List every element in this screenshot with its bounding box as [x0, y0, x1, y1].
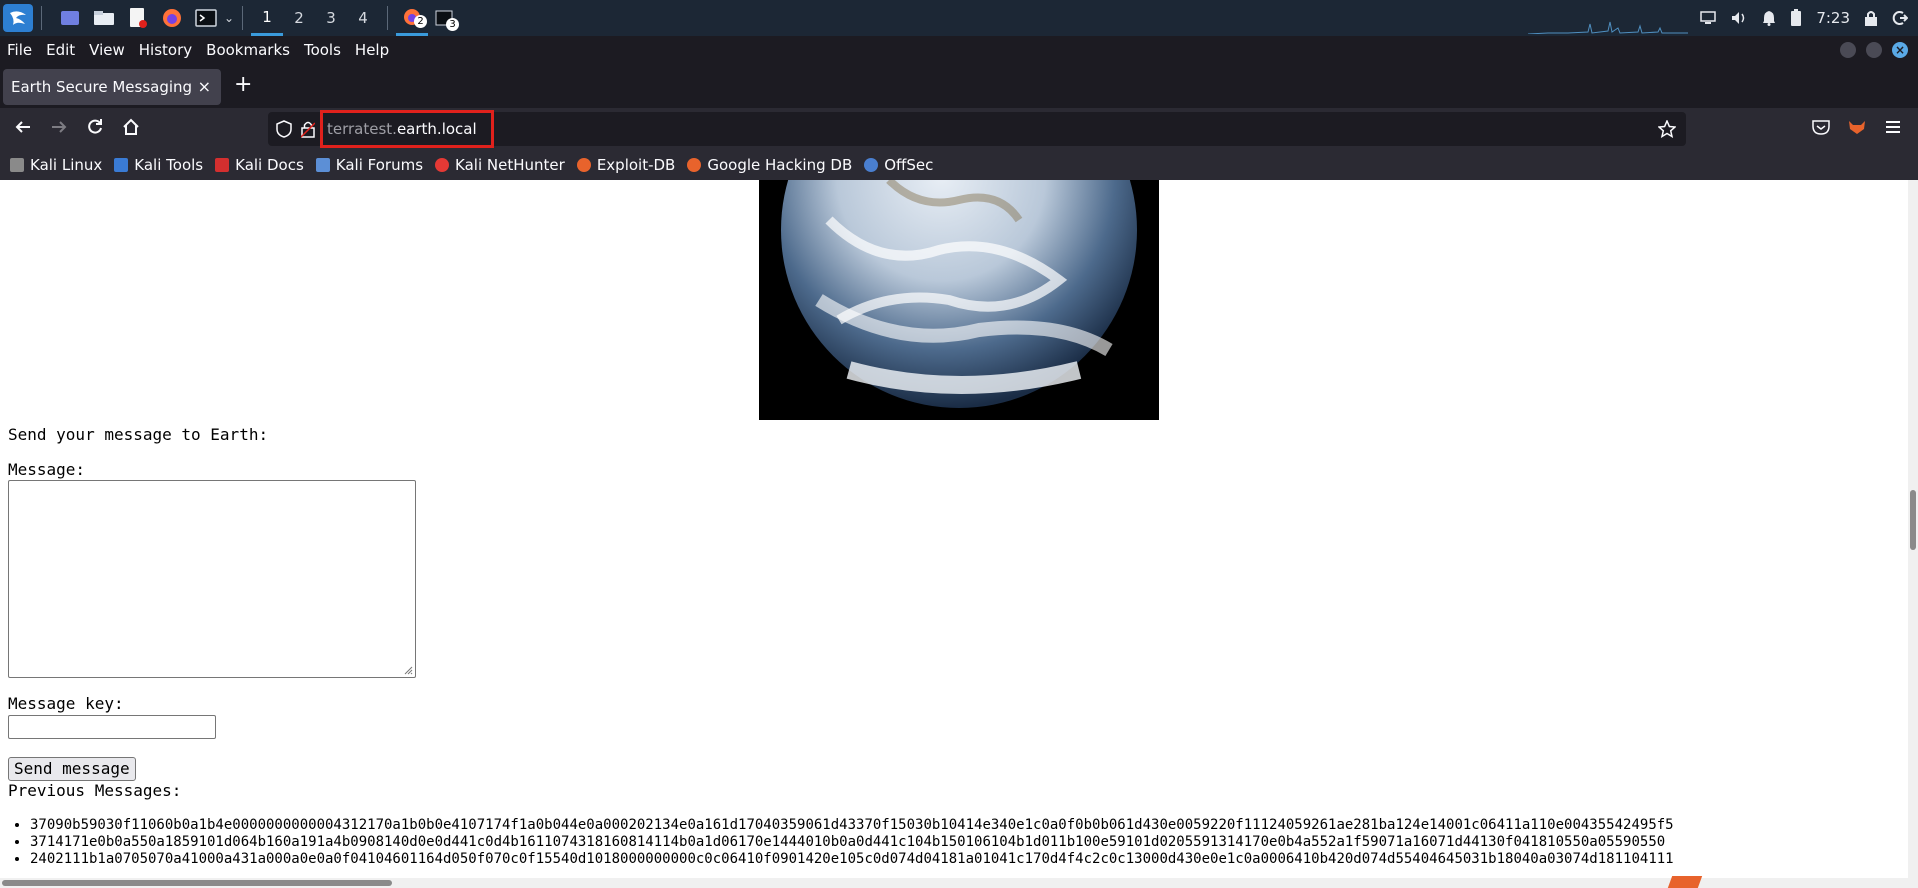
minimize-window-button[interactable] [1840, 42, 1856, 58]
notifications-bell-icon[interactable] [1762, 10, 1776, 26]
url-highlight-annotation [320, 110, 494, 148]
hamburger-menu-icon[interactable] [1884, 119, 1902, 135]
taskbar-firefox-window[interactable]: 2 [396, 0, 429, 36]
vertical-scrollbar[interactable] [1908, 180, 1918, 878]
list-item: 2402111b1a0705070a41000a431a000a0e0a0f04… [30, 851, 1674, 868]
kali-tools-icon [114, 158, 129, 172]
workspace-4[interactable]: 4 [347, 0, 379, 36]
tab-title: Earth Secure Messaging [11, 78, 193, 96]
notification-tab-icon [1667, 876, 1703, 888]
bookmark-kali-tools[interactable]: Kali Tools [114, 156, 203, 174]
chevron-down-icon[interactable]: ⌄ [224, 11, 234, 25]
bookmark-kali-nethunter[interactable]: Kali NetHunter [435, 156, 565, 174]
menu-bar: File Edit View History Bookmarks Tools H… [0, 36, 1918, 64]
kali-menu-icon[interactable] [3, 4, 33, 32]
extension-fox-icon[interactable] [1848, 119, 1866, 135]
message-key-label: Message key: [8, 694, 124, 713]
resize-grip-icon[interactable] [403, 665, 413, 675]
logout-icon[interactable] [1892, 10, 1908, 26]
menu-edit[interactable]: Edit [46, 41, 75, 59]
exploit-db-icon [576, 158, 591, 172]
pocket-icon[interactable] [1812, 119, 1830, 135]
volume-icon[interactable] [1730, 10, 1748, 26]
list-item: 3714171e0b0a550a1859101d064b160a191a4b09… [30, 834, 1674, 851]
workspace-1[interactable]: 1 [251, 0, 284, 36]
previous-messages-label: Previous Messages: [8, 781, 182, 800]
menu-tools[interactable]: Tools [304, 41, 341, 59]
clock[interactable]: 7:23 [1816, 9, 1850, 27]
bookmark-kali-docs[interactable]: Kali Docs [215, 156, 304, 174]
bookmark-kali-linux[interactable]: Kali Linux [10, 156, 102, 174]
workspace-3[interactable]: 3 [315, 0, 347, 36]
horizontal-scroll-thumb[interactable] [2, 880, 392, 886]
desktop-top-panel: ⌄ 1 2 3 4 2 3 7:23 [0, 0, 1918, 36]
tab-close-icon[interactable]: × [198, 77, 211, 96]
ghdb-icon [687, 158, 702, 172]
bookmark-offsec[interactable]: OffSec [864, 156, 933, 174]
menu-bookmarks[interactable]: Bookmarks [206, 41, 290, 59]
firefox-launcher-icon[interactable] [158, 4, 186, 32]
send-message-heading: Send your message to Earth: [8, 425, 269, 444]
tracking-protection-shield-icon[interactable] [276, 120, 292, 138]
bookmark-kali-forums[interactable]: Kali Forums [315, 156, 423, 174]
send-message-button[interactable]: Send message [8, 757, 136, 781]
workspace-2[interactable]: 2 [283, 0, 315, 36]
horizontal-scrollbar[interactable] [0, 878, 1918, 888]
terminal-launcher-icon[interactable] [192, 4, 220, 32]
taskbar-terminal-window[interactable]: 3 [428, 0, 460, 36]
cpu-graph [1528, 21, 1688, 34]
page-content: Send your message to Earth: Message: Mes… [0, 180, 1908, 878]
earth-image [759, 180, 1159, 420]
new-tab-button[interactable]: + [234, 74, 252, 96]
battery-icon[interactable] [1790, 9, 1802, 27]
lock-screen-icon[interactable] [1864, 10, 1878, 26]
bookmark-google-hacking-db[interactable]: Google Hacking DB [687, 156, 852, 174]
message-textarea[interactable] [8, 480, 416, 678]
nethunter-icon [435, 158, 450, 172]
menu-help[interactable]: Help [355, 41, 389, 59]
maximize-window-button[interactable] [1866, 42, 1882, 58]
tab-strip: Earth Secure Messaging × + [0, 64, 1918, 108]
insecure-lock-icon[interactable] [301, 120, 315, 138]
bookmark-star-icon[interactable] [1658, 120, 1676, 138]
bookmark-exploit-db[interactable]: Exploit-DB [576, 156, 675, 174]
close-window-button[interactable]: × [1892, 42, 1908, 58]
show-desktop-icon[interactable] [56, 4, 84, 32]
window-count-badge: 2 [414, 15, 428, 28]
tab-earth-secure-messaging[interactable]: Earth Secure Messaging × [3, 69, 221, 105]
bookmarks-toolbar: Kali Linux Kali Tools Kali Docs Kali For… [0, 150, 1918, 180]
vertical-scroll-thumb[interactable] [1910, 490, 1916, 550]
list-item: 37090b59030f11060b0a1b4e0000000000004312… [30, 817, 1674, 834]
message-key-input[interactable] [8, 715, 216, 739]
window-count-badge: 3 [446, 18, 460, 31]
message-label: Message: [8, 460, 86, 479]
reload-icon[interactable] [86, 118, 104, 136]
kali-dragon-icon [10, 158, 24, 172]
text-editor-icon[interactable] [124, 4, 152, 32]
display-icon[interactable] [1700, 11, 1717, 25]
menu-history[interactable]: History [139, 41, 192, 59]
home-icon[interactable] [122, 118, 140, 136]
kali-forums-icon [315, 158, 330, 172]
menu-file[interactable]: File [7, 41, 32, 59]
navigation-toolbar: terratest.earth.local [0, 108, 1918, 150]
kali-docs-icon [215, 158, 230, 172]
previous-messages-list: 37090b59030f11060b0a1b4e0000000000004312… [30, 817, 1674, 868]
offsec-icon [864, 158, 879, 172]
back-icon[interactable] [14, 118, 32, 136]
forward-icon[interactable] [50, 118, 68, 136]
menu-view[interactable]: View [89, 41, 125, 59]
file-manager-icon[interactable] [90, 4, 118, 32]
